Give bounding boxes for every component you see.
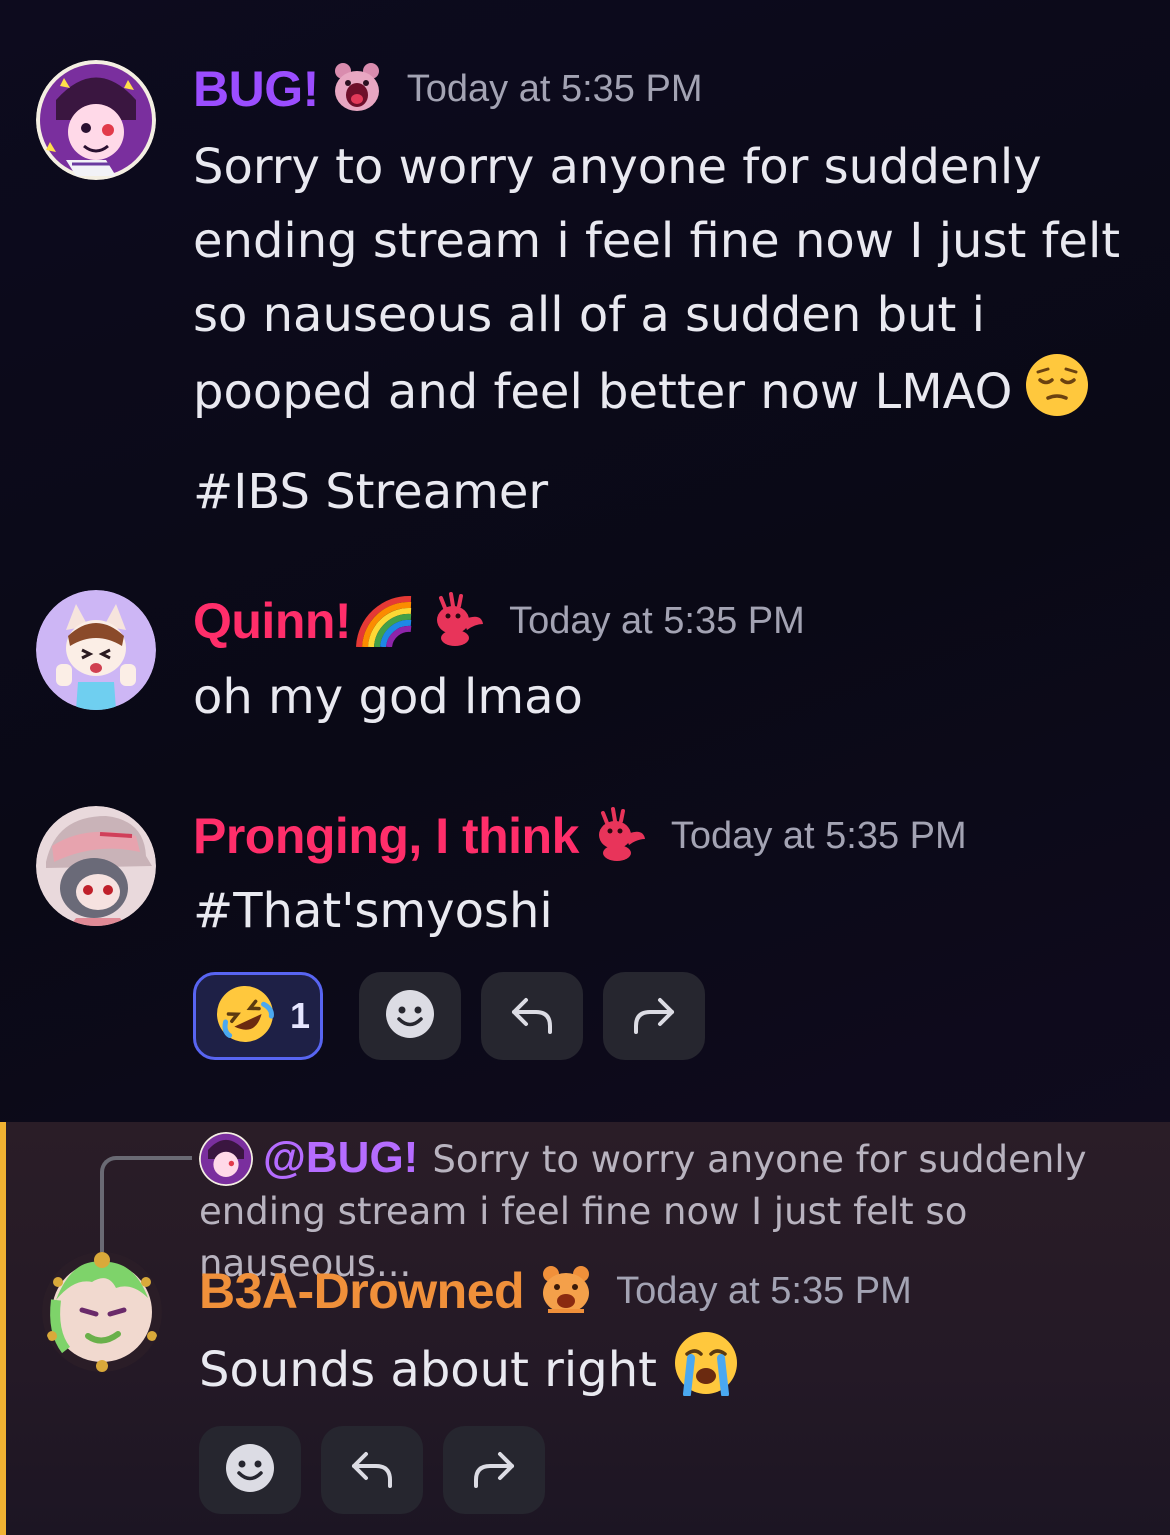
- pink-axolotl-badge-icon: [591, 805, 649, 867]
- message-content: #That'smyoshi: [193, 883, 553, 939]
- action-bar: [199, 1426, 545, 1514]
- add-reaction-button[interactable]: [359, 972, 461, 1060]
- author-name[interactable]: Pronging, I think: [193, 807, 579, 865]
- reaction-count: 1: [290, 995, 311, 1036]
- message-extra-line: #IBS Streamer: [193, 464, 549, 520]
- reply-button[interactable]: [481, 972, 583, 1060]
- author-name[interactable]: Quinn!: [193, 592, 352, 650]
- message-timestamp: Today at 5:35 PM: [406, 67, 703, 110]
- message-text: Sounds about right: [199, 1342, 657, 1398]
- reply-button[interactable]: [321, 1426, 423, 1514]
- message-line: Sorry to worry anyone for suddenly: [193, 139, 1042, 195]
- loudly-crying-face-emoji: [673, 1330, 739, 1417]
- reply-arrow-icon: [508, 990, 556, 1042]
- pensive-face-emoji: [1024, 352, 1090, 439]
- reply-connector-line: [100, 1156, 192, 1266]
- message-timestamp: Today at 5:35 PM: [670, 814, 967, 857]
- reply-mention[interactable]: @BUG!: [263, 1133, 418, 1182]
- message-line-with-emoji: pooped and feel better now LMAO: [193, 352, 1153, 439]
- message-content: oh my god lmao: [193, 669, 583, 725]
- forward-button[interactable]: [443, 1426, 545, 1514]
- rainbow-emoji: [353, 591, 415, 651]
- rofl-emoji: [214, 983, 276, 1049]
- reaction-rofl[interactable]: 1: [193, 972, 323, 1060]
- avatar-pronging[interactable]: [36, 806, 156, 926]
- reaction-bar: 1: [193, 972, 705, 1060]
- forward-arrow-icon: [470, 1444, 518, 1496]
- message-timestamp: Today at 5:35 PM: [509, 599, 805, 642]
- reply-arrow-icon: [348, 1444, 396, 1496]
- mini-avatar-bug: [199, 1132, 253, 1186]
- message-line: so nauseous all of a sudden but i: [193, 287, 985, 343]
- avatar-quinn[interactable]: [36, 590, 156, 710]
- avatar-b3a-drowned[interactable]: [42, 1252, 162, 1372]
- smiley-add-reaction-icon: [224, 1442, 276, 1498]
- forward-arrow-icon: [630, 990, 678, 1042]
- message-line: pooped and feel better now LMAO: [193, 364, 1013, 420]
- add-reaction-button[interactable]: [199, 1426, 301, 1514]
- avatar-bug[interactable]: [36, 60, 156, 180]
- author-name[interactable]: B3A-Drowned: [199, 1262, 525, 1320]
- pink-bear-badge-icon: [329, 59, 385, 119]
- forward-button[interactable]: [603, 972, 705, 1060]
- orange-bear-badge-icon: [538, 1261, 594, 1321]
- pink-axolotl-badge-icon: [429, 590, 487, 652]
- author-name[interactable]: BUG!: [193, 60, 319, 118]
- message-content: Sounds about right: [199, 1330, 739, 1417]
- message-b3a-drowned: @BUG! Sorry to worry anyone for suddenly …: [0, 1122, 1170, 1535]
- message-content: Sorry to worry anyone for suddenly endin…: [193, 130, 1153, 529]
- smiley-add-reaction-icon: [384, 988, 436, 1044]
- message-timestamp: Today at 5:35 PM: [616, 1269, 912, 1312]
- message-line: ending stream i feel fine now I just fel…: [193, 213, 1121, 269]
